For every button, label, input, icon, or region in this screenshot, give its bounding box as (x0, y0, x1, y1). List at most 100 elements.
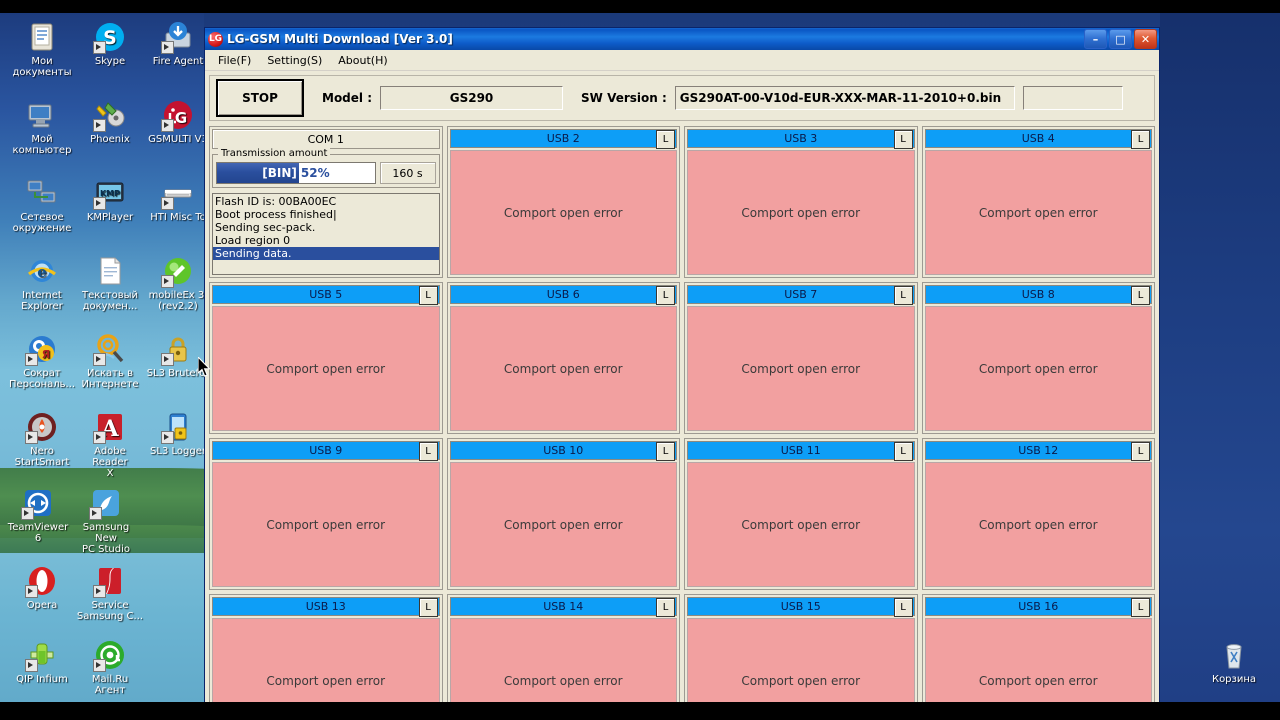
desktop-icon[interactable]: e Internet Explorer (8, 255, 76, 312)
usb-port-panel[interactable]: USB 15 L Comport open error (684, 594, 918, 702)
lg-gsm-multi-download-window[interactable]: LG LG-GSM Multi Download [Ver 3.0] – □ ✕… (204, 27, 1160, 702)
com-log-line[interactable]: Flash ID is: 00BA00EC (213, 195, 439, 208)
usb-port-panel[interactable]: USB 5 L Comport open error (209, 282, 443, 434)
com-log-line[interactable]: Load region 0 (213, 234, 439, 247)
desktop-icon[interactable]: Samsung New PC Studio (72, 487, 140, 555)
usb-port-panel[interactable]: USB 14 L Comport open error (446, 594, 680, 702)
log-toggle-button[interactable]: L (1131, 442, 1150, 461)
log-toggle-button[interactable]: L (1131, 286, 1150, 305)
shortcut-overlay-icon (25, 659, 38, 672)
log-toggle-button[interactable]: L (656, 442, 675, 461)
socrat-icon: Я (25, 333, 58, 366)
desktop-icon[interactable]: Искать в Интернете (76, 333, 144, 390)
desktop-icon[interactable]: TeamViewer 6 (4, 487, 72, 544)
menu-bar[interactable]: File(F) Setting(S) About(H) (205, 50, 1159, 71)
desktop-icon[interactable]: G GSMULTI V3 (144, 99, 212, 145)
maximize-button[interactable]: □ (1109, 29, 1132, 49)
desktop-icon-label: TeamViewer 6 (7, 522, 69, 544)
com-log-line[interactable]: Sending data. (213, 247, 439, 260)
usb-port-status: Comport open error (924, 618, 1152, 702)
desktop-icon-label: SL3 Logger (150, 446, 206, 457)
desktop-icon[interactable]: Service Samsung C... (76, 565, 144, 622)
maximize-icon: □ (1115, 32, 1126, 46)
desktop-icon[interactable]: HTI Misc To (144, 177, 212, 223)
desktop-icon[interactable]: SL3 Brutefor (144, 333, 212, 379)
log-toggle-button[interactable]: L (656, 130, 675, 149)
menu-item-file[interactable]: File(F) (210, 52, 259, 69)
usb-port-title: USB 14 (543, 600, 584, 613)
usb-port-panel[interactable]: USB 12 L Comport open error (921, 438, 1155, 590)
desktop-icon[interactable]: Nero StartSmart (8, 411, 76, 468)
log-toggle-button[interactable]: L (656, 598, 675, 617)
desktop-icon[interactable]: A Adobe Reader X (76, 411, 144, 479)
log-toggle-button[interactable]: L (893, 598, 913, 617)
desktop-icon-label: Mail.Ru Агент (91, 674, 129, 696)
usb-port-title: USB 16 (1018, 600, 1059, 613)
desktop-icon-label: Samsung New PC Studio (81, 522, 131, 555)
desktop-icon[interactable]: S Skype (76, 21, 144, 67)
desktop-icon[interactable]: Мои документы (8, 21, 76, 78)
shortcut-overlay-icon (161, 119, 174, 132)
window-titlebar[interactable]: LG LG-GSM Multi Download [Ver 3.0] – □ ✕ (205, 28, 1159, 50)
log-toggle-button[interactable]: L (1131, 598, 1150, 617)
com-port-panel[interactable]: COM 1 Transmission amount [BIN] 52% 160 … (209, 126, 443, 278)
usb-port-panel[interactable]: USB 13 L Comport open error (209, 594, 443, 702)
desktop-icon[interactable]: Сетевое окружение (8, 177, 76, 234)
usb-port-panel[interactable]: USB 11 L Comport open error (684, 438, 918, 590)
log-toggle-button[interactable]: L (893, 286, 913, 305)
svg-text:G: G (175, 109, 187, 127)
lg-icon: G (161, 99, 194, 132)
desktop-icon[interactable]: QIP Infium (8, 639, 76, 685)
desktop-icon[interactable]: Opera (8, 565, 76, 611)
desktop-icon[interactable]: KMP KMPlayer (76, 177, 144, 223)
close-button[interactable]: ✕ (1134, 29, 1157, 49)
usb-port-panel[interactable]: USB 3 L Comport open error (684, 126, 918, 278)
usb-port-panel[interactable]: USB 6 L Comport open error (446, 282, 680, 434)
desktop-icon[interactable]: Fire Agent (144, 21, 212, 67)
log-toggle-button[interactable]: L (893, 442, 913, 461)
usb-port-header: USB 14 L (449, 597, 677, 617)
desktop-icon[interactable]: Mail.Ru Агент (76, 639, 144, 696)
usb-port-panel[interactable]: USB 8 L Comport open error (921, 282, 1155, 434)
log-toggle-button[interactable]: L (418, 286, 438, 305)
desktop-icon-label: Корзина (1211, 674, 1257, 685)
desktop-icon[interactable]: Текстовый докумен... (76, 255, 144, 312)
recycle-bin-icon (1218, 639, 1250, 671)
stop-button[interactable]: STOP (216, 79, 304, 117)
log-toggle-button[interactable]: L (1131, 130, 1150, 149)
extra-field (1022, 86, 1123, 110)
com-log-list[interactable]: Flash ID is: 00BA00EC Boot process finish… (212, 193, 440, 275)
minimize-button[interactable]: – (1084, 29, 1107, 49)
model-value-field: GS290 (380, 86, 564, 110)
usb-port-header: USB 8 L (924, 285, 1152, 305)
desktop-icon[interactable]: Я Сократ Персональ... (8, 333, 76, 390)
desktop-icon[interactable]: SL3 Logger (144, 411, 212, 457)
desktop-icon[interactable]: Мой компьютер (8, 99, 76, 156)
usb-port-status: Comport open error (212, 462, 440, 587)
log-toggle-button[interactable]: L (418, 598, 438, 617)
menu-item-setting[interactable]: Setting(S) (259, 52, 330, 69)
desktop-icon-label: Skype (94, 56, 126, 67)
log-toggle-button[interactable]: L (893, 130, 913, 149)
sw-version-value-field: GS290AT-00-V10d-EUR-XXX-MAR-11-2010+0.bi… (674, 86, 1015, 110)
com-log-line[interactable]: Sending sec-pack. (213, 221, 439, 234)
qip-infium-icon (25, 639, 58, 672)
usb-port-panel[interactable]: USB 4 L Comport open error (921, 126, 1155, 278)
usb-port-panel[interactable]: USB 10 L Comport open error (446, 438, 680, 590)
menu-item-about[interactable]: About(H) (330, 52, 395, 69)
usb-port-panel[interactable]: USB 7 L Comport open error (684, 282, 918, 434)
com-log-line[interactable]: Boot process finished| (213, 208, 439, 221)
shortcut-overlay-icon (25, 353, 38, 366)
network-icon (26, 177, 58, 209)
usb-port-panel[interactable]: USB 9 L Comport open error (209, 438, 443, 590)
desktop-icon[interactable]: Phoenix (76, 99, 144, 145)
desktop-icon[interactable]: Корзина (1200, 639, 1268, 685)
log-toggle-button[interactable]: L (418, 442, 438, 461)
log-toggle-button[interactable]: L (656, 286, 675, 305)
desktop-icon[interactable]: mobileEx 3. (rev2.2) (144, 255, 212, 312)
usb-port-panel[interactable]: USB 2 L Comport open error (446, 126, 680, 278)
desktop[interactable]: Мои документы S Skype Fire Agent Мой компьют… (0, 13, 1280, 702)
usb-port-panel[interactable]: USB 16 L Comport open error (921, 594, 1155, 702)
phoenix-icon (93, 99, 126, 132)
usb-port-status: Comport open error (212, 618, 440, 702)
